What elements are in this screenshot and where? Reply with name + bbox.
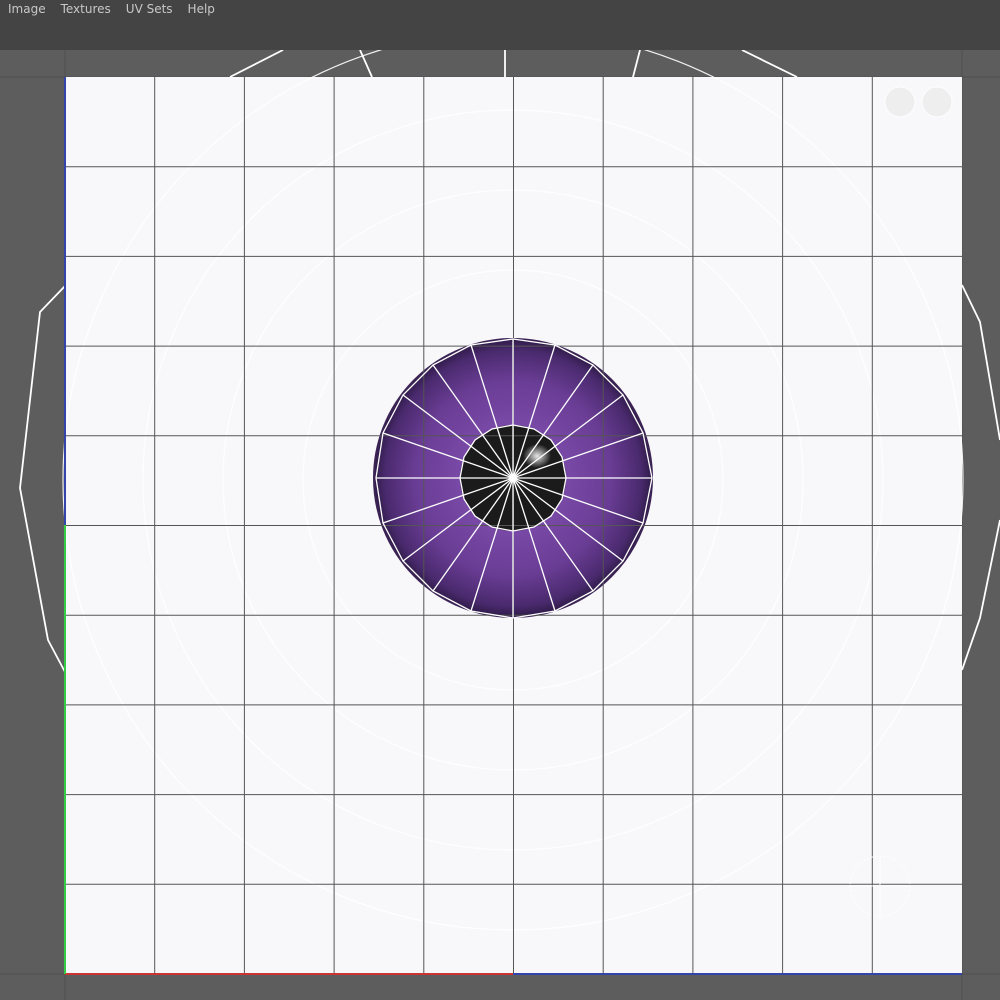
uv-viewport[interactable] [0, 50, 1000, 1000]
menu-textures[interactable]: Textures [53, 0, 118, 18]
uv-canvas-svg[interactable] [0, 50, 1000, 1000]
menu-image[interactable]: Image [0, 0, 53, 18]
uv-editor-window: Image Textures UV Sets Help [0, 0, 1000, 1000]
menu-uv-sets[interactable]: UV Sets [118, 0, 180, 18]
menu-bar: Image Textures UV Sets Help [0, 0, 1000, 18]
toolbar [0, 18, 1000, 50]
menu-help[interactable]: Help [180, 0, 222, 18]
